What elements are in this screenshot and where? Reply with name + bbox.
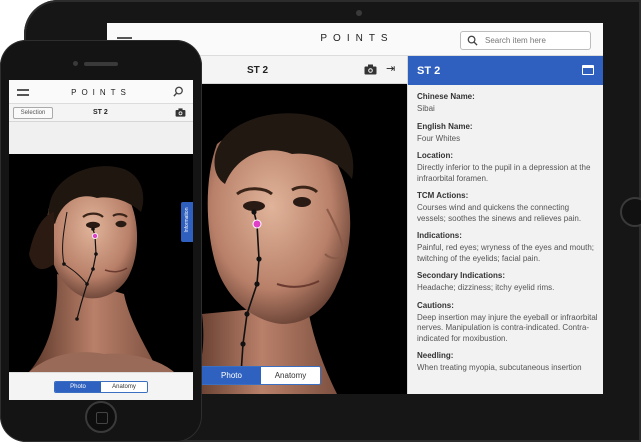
phone-view-toggle: Photo Anatomy [54, 381, 148, 393]
information-body: Chinese Name: Sibai English Name: Four W… [417, 92, 599, 381]
photo-tab[interactable]: Photo [202, 367, 261, 384]
section-text: Four Whites [417, 133, 461, 143]
anatomy-tab[interactable]: Anatomy [101, 382, 147, 392]
tablet-view-toggle: Photo Anatomy [201, 366, 321, 385]
phone-bottom-bar: Photo Anatomy [9, 372, 193, 400]
anatomy-tab[interactable]: Anatomy [261, 367, 320, 384]
section-text: When treating myopia, subcutaneous inser… [417, 363, 582, 372]
info-section: Indications: Painful, red eyes; wryness … [417, 231, 599, 264]
section-text: Courses wind and quickens the connecting… [417, 203, 582, 223]
tablet-camera [356, 10, 362, 16]
selection-button[interactable]: Selection [13, 107, 53, 119]
info-section: Needling: When treating myopia, subcutan… [417, 351, 599, 374]
information-panel: ST 2 Chinese Name: Sibai English Name: F… [407, 56, 603, 394]
search-icon[interactable] [173, 86, 184, 97]
tablet-home-button[interactable] [620, 197, 641, 227]
section-text: Painful, red eyes; wryness of the eyes a… [417, 243, 594, 263]
section-label: Location: [417, 151, 453, 160]
app-logo: POINTS [71, 88, 131, 97]
phone-home-button[interactable] [85, 401, 117, 433]
info-section: Location: Directly inferior to the pupil… [417, 151, 599, 184]
point-title: ST 2 [247, 65, 269, 76]
information-title: ST 2 [417, 65, 441, 77]
section-label: English Name: [417, 121, 473, 131]
collapse-panel-icon[interactable]: ⇥ [386, 64, 395, 75]
information-tab[interactable]: Information [181, 202, 193, 242]
section-text: Headache; dizziness; itchy eyelid rims. [417, 283, 555, 292]
app-logo: POINTS [320, 33, 394, 44]
info-section: English Name: Four Whites [417, 122, 599, 145]
info-section: TCM Actions: Courses wind and quickens t… [417, 191, 599, 224]
phone-subheader: Selection ST 2 [9, 104, 193, 122]
section-label: Needling: [417, 351, 454, 360]
information-header: ST 2 [408, 56, 603, 85]
point-title: ST 2 [93, 109, 108, 116]
info-section: Chinese Name: Sibai [417, 92, 599, 115]
phone-header: POINTS [9, 80, 193, 104]
section-label: Secondary Indications: [417, 271, 506, 280]
section-text: Directly inferior to the pupil in a depr… [417, 163, 591, 183]
section-text: Deep insertion may injure the eyeball or… [417, 312, 598, 343]
section-label: Cautions: [417, 300, 454, 310]
section-label: TCM Actions: [417, 191, 469, 200]
info-card-icon[interactable] [582, 65, 594, 75]
camera-icon[interactable] [175, 108, 186, 117]
photo-tab[interactable]: Photo [55, 382, 101, 392]
face-photo [9, 154, 193, 372]
phone-device: POINTS Selection ST 2 Information Photo … [0, 40, 202, 442]
phone-camera [73, 61, 78, 66]
search-placeholder: Search item here [485, 36, 546, 45]
section-label: Chinese Name: [417, 92, 475, 101]
phone-speaker [84, 62, 118, 66]
section-text: Sibai [417, 104, 435, 113]
menu-icon[interactable] [17, 89, 29, 96]
search-icon [467, 35, 478, 46]
phone-blank-area [9, 122, 193, 154]
search-input[interactable]: Search item here [460, 31, 591, 50]
camera-icon[interactable] [364, 64, 377, 75]
info-section: Cautions: Deep insertion may injure the … [417, 301, 599, 345]
info-section: Secondary Indications: Headache; dizzine… [417, 271, 599, 294]
section-label: Indications: [417, 231, 462, 240]
information-tab-label: Information [184, 207, 190, 233]
phone-screen: POINTS Selection ST 2 Information Photo … [9, 80, 193, 400]
